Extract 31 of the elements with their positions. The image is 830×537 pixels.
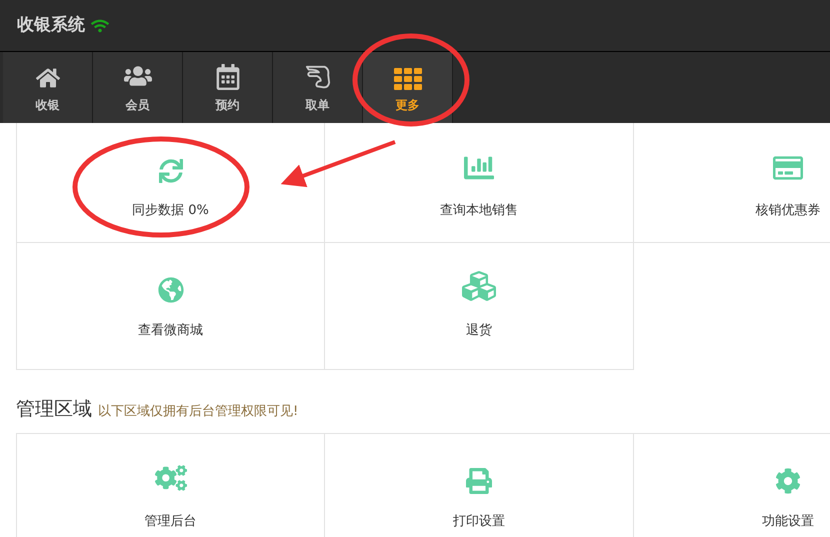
tool-label: 退货 [466,322,492,340]
grid-icon [392,68,422,90]
settings-icon [775,468,801,494]
nav-tab[interactable]: 取单 [273,52,363,123]
nav-tab[interactable]: 会员 [93,52,183,123]
globe-icon [158,277,184,303]
tool-label: 管理后台 [144,512,196,530]
tool-label: 查看微商城 [138,322,203,340]
app-title: 收银系统 [17,14,85,37]
tool-tile[interactable]: 查询本地销售 [325,123,634,243]
printer-icon [466,468,492,494]
tool-tile[interactable]: 退货 [325,243,634,370]
tool-label: 查询本地销售 [440,202,518,220]
tool-label: 同步数据 0% [132,202,209,220]
cubes-icon [462,269,496,303]
nav-tab[interactable]: 收银 [3,52,93,123]
home-icon [36,66,60,90]
tool-tile[interactable]: 同步数据 0% [16,123,325,243]
tool-tile[interactable]: 查看微商城 [16,243,325,370]
wifi-icon [91,16,109,34]
tool-tile[interactable]: 打印设置 [325,432,634,537]
section-note: 以下区域仅拥有后台管理权限可见! [98,403,298,421]
refresh-icon [158,159,182,183]
calendar-icon [214,64,240,90]
tool-label: 功能设置 [762,512,814,530]
nav-tab[interactable]: 预约 [183,52,273,123]
section-title: 管理区域 [16,397,92,422]
tool-label: 核销优惠券 [756,202,820,220]
tool-label: 打印设置 [453,512,505,530]
tool-tile[interactable]: 管理后台 [16,432,325,537]
nav-tab[interactable]: 更多 [363,52,453,123]
